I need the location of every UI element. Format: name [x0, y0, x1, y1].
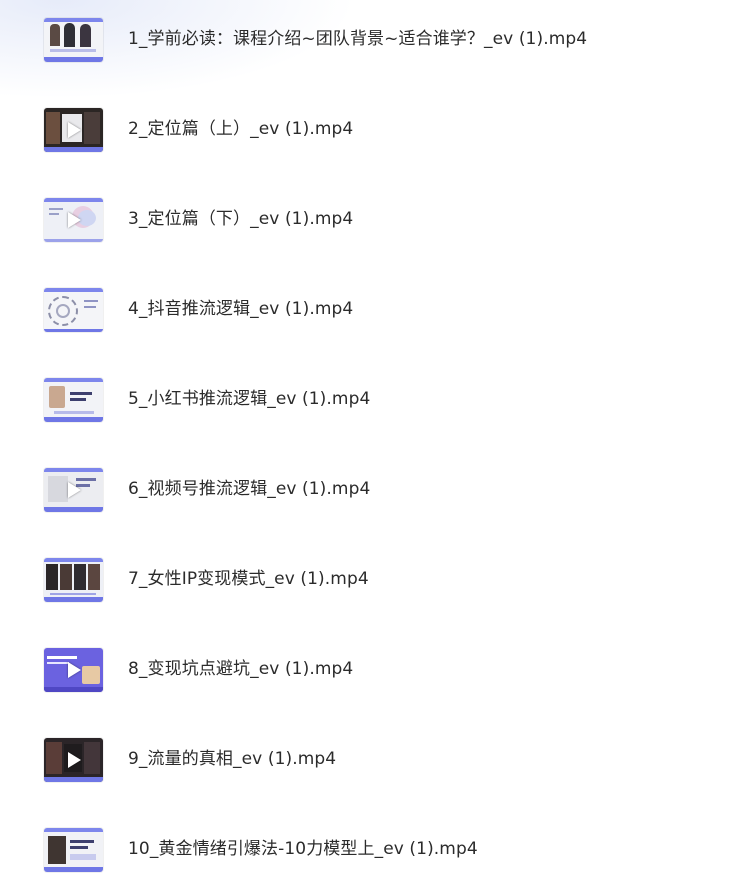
video-thumbnail-icon	[44, 828, 103, 872]
video-thumbnail-icon	[44, 738, 103, 782]
file-name: 9_流量的真相_ev (1).mp4	[128, 749, 337, 769]
file-item[interactable]: 9_流量的真相_ev (1).mp4	[0, 731, 739, 787]
play-icon	[68, 482, 81, 498]
file-item[interactable]: 3_定位篇（下）_ev (1).mp4	[0, 191, 739, 247]
video-thumbnail-icon	[44, 288, 103, 332]
play-icon	[68, 752, 81, 768]
video-thumbnail-icon	[44, 648, 103, 692]
file-name: 2_定位篇（上）_ev (1).mp4	[128, 119, 354, 139]
file-name: 8_变现坑点避坑_ev (1).mp4	[128, 659, 354, 679]
video-thumbnail-icon	[44, 378, 103, 422]
play-icon	[68, 212, 81, 228]
video-thumbnail-icon	[44, 198, 103, 242]
file-name: 5_小红书推流逻辑_ev (1).mp4	[128, 389, 371, 409]
file-name: 1_学前必读：课程介绍~团队背景~适合谁学？_ev (1).mp4	[128, 29, 588, 49]
file-name: 3_定位篇（下）_ev (1).mp4	[128, 209, 354, 229]
video-thumbnail-icon	[44, 468, 103, 512]
file-item[interactable]: 7_女性IP变现模式_ev (1).mp4	[0, 551, 739, 607]
file-name: 7_女性IP变现模式_ev (1).mp4	[128, 569, 369, 589]
video-thumbnail-icon	[44, 108, 103, 152]
file-item[interactable]: 8_变现坑点避坑_ev (1).mp4	[0, 641, 739, 697]
file-name: 6_视频号推流逻辑_ev (1).mp4	[128, 479, 371, 499]
file-item[interactable]: 5_小红书推流逻辑_ev (1).mp4	[0, 371, 739, 427]
file-list: 1_学前必读：课程介绍~团队背景~适合谁学？_ev (1).mp4 2_定位篇（…	[0, 0, 739, 883]
play-icon	[68, 662, 81, 678]
video-thumbnail-icon	[44, 558, 103, 602]
file-item[interactable]: 1_学前必读：课程介绍~团队背景~适合谁学？_ev (1).mp4	[0, 11, 739, 67]
file-name: 10_黄金情绪引爆法-10力模型上_ev (1).mp4	[128, 839, 478, 859]
file-name: 4_抖音推流逻辑_ev (1).mp4	[128, 299, 354, 319]
play-icon	[68, 122, 81, 138]
file-item[interactable]: 6_视频号推流逻辑_ev (1).mp4	[0, 461, 739, 517]
video-thumbnail-icon	[44, 18, 103, 62]
file-item[interactable]: 2_定位篇（上）_ev (1).mp4	[0, 101, 739, 157]
file-item[interactable]: 10_黄金情绪引爆法-10力模型上_ev (1).mp4	[0, 821, 739, 877]
file-item[interactable]: 4_抖音推流逻辑_ev (1).mp4	[0, 281, 739, 337]
